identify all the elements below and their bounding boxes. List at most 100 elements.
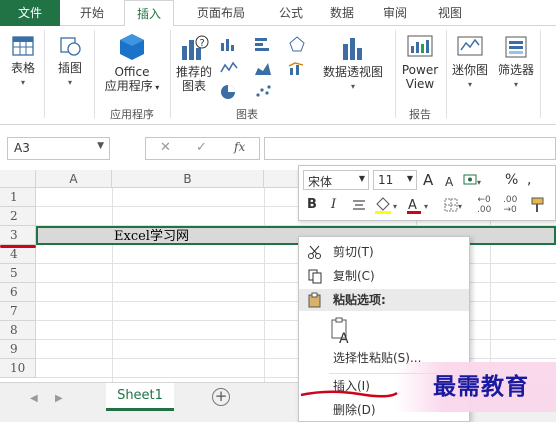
formula-input[interactable] (264, 137, 556, 160)
office-apps-button[interactable]: Office 应用程序 ▾ (98, 32, 166, 95)
group-divider (44, 30, 45, 118)
tab-page-layout[interactable]: 页面布局 (180, 0, 262, 26)
insert-function-icon[interactable]: fx (234, 140, 245, 154)
pivot-chart-label: 数据透视图 (322, 65, 383, 79)
align-center-icon[interactable] (351, 198, 367, 214)
recommended-charts-button[interactable]: ? 推荐的 图表 (172, 34, 216, 93)
area-chart-icon[interactable] (254, 60, 272, 76)
column-chart-icon[interactable] (220, 36, 238, 52)
illustrations-button[interactable]: 插图 ▾ (50, 34, 90, 90)
enter-icon[interactable]: ✓ (196, 140, 207, 155)
bar-chart-icon[interactable] (254, 36, 272, 52)
row-header[interactable]: 1 (0, 188, 36, 207)
office-store-icon (120, 34, 144, 60)
row-header[interactable]: 10 (0, 359, 36, 378)
svg-text:?: ? (200, 38, 205, 49)
radar-chart-icon[interactable] (288, 36, 306, 52)
select-all-corner[interactable] (0, 170, 36, 188)
column-header-b[interactable]: B (112, 170, 264, 188)
cell-b3[interactable]: Excel学习网 (112, 228, 189, 245)
group-divider (170, 30, 171, 118)
tab-view[interactable]: 视图 (420, 0, 480, 26)
office-apps-label-1: Office (114, 65, 150, 79)
combo-chart-icon[interactable] (288, 60, 306, 76)
mini-toolbar: 宋体 ▼ 11 ▼ A A ▾ % , B I ▾ A ▾ ▾ ←0.00 .0… (298, 165, 556, 221)
menu-item-copy[interactable]: 复制(C) (299, 265, 469, 287)
comma-style-icon[interactable]: , (527, 170, 531, 190)
name-box-value: A3 (14, 141, 30, 155)
svg-text:A: A (339, 331, 349, 345)
fill-color-icon[interactable]: ▾ (373, 196, 401, 216)
italic-button[interactable]: I (331, 195, 336, 215)
table-button[interactable]: 表格 ▾ (6, 34, 40, 90)
percent-button[interactable]: % (505, 170, 518, 190)
shapes-icon (60, 37, 81, 56)
row-header[interactable]: 2 (0, 207, 36, 226)
chevron-down-icon: ▾ (20, 78, 25, 87)
sparklines-button[interactable]: 迷你图 ▾ (448, 34, 492, 92)
group-divider (395, 30, 396, 118)
ribbon-tab-bar: 文件 开始 插入 页面布局 公式 数据 审阅 视图 (0, 0, 556, 27)
recommended-charts-label-2: 图表 (181, 79, 206, 93)
menu-header-paste-options: 粘贴选项: (299, 289, 469, 311)
svg-text:A: A (408, 198, 417, 213)
tab-formulas[interactable]: 公式 (266, 0, 316, 26)
formula-bar: A3 ▼ ✕ ✓ fx (0, 125, 556, 170)
group-divider (540, 30, 541, 118)
gridline (112, 188, 113, 382)
table-icon (12, 36, 34, 56)
group-label-reports: 报告 (409, 108, 431, 121)
font-name-dropdown[interactable]: 宋体 ▼ (303, 170, 369, 190)
row-header[interactable]: 5 (0, 264, 36, 283)
annotation-underline (0, 245, 36, 248)
scroll-right-icon[interactable]: ▶ (55, 393, 63, 404)
sparkline-icon (457, 36, 483, 56)
name-box[interactable]: A3 ▼ (7, 137, 110, 160)
tab-file[interactable]: 文件 (0, 0, 60, 26)
tab-home[interactable]: 开始 (66, 0, 118, 26)
menu-item-cut[interactable]: 剪切(T) (299, 241, 469, 263)
recommended-charts-label-1: 推荐的 (175, 65, 212, 79)
tab-review[interactable]: 审阅 (370, 0, 420, 26)
add-sheet-icon[interactable]: + (212, 388, 230, 406)
gridline (36, 263, 556, 264)
font-name-value: 宋体 (308, 175, 333, 189)
line-chart-icon[interactable] (220, 60, 238, 76)
row-header[interactable]: 8 (0, 321, 36, 340)
power-view-label-1: Power (401, 63, 439, 77)
chevron-down-icon: ▾ (467, 80, 472, 89)
sheet-tab-sheet1[interactable]: Sheet1 (106, 383, 174, 411)
row-header[interactable]: 6 (0, 283, 36, 302)
bold-button[interactable]: B (307, 195, 317, 215)
group-divider (446, 30, 447, 118)
font-size-dropdown[interactable]: 11 ▼ (373, 170, 417, 190)
scatter-chart-icon[interactable] (254, 84, 272, 100)
menu-label: 剪切(T) (333, 245, 374, 259)
accounting-format-icon[interactable]: ▾ (463, 173, 483, 187)
pivot-chart-button[interactable]: 数据透视图 ▾ (318, 34, 388, 94)
chevron-down-icon: ▾ (513, 80, 518, 89)
format-painter-icon[interactable] (529, 196, 547, 214)
filters-button[interactable]: 筛选器 ▾ (494, 34, 538, 92)
paste-option-button[interactable]: A (329, 317, 355, 347)
pie-chart-icon[interactable] (220, 84, 238, 100)
font-color-icon[interactable]: A ▾ (405, 196, 433, 216)
row-header[interactable]: 9 (0, 340, 36, 359)
row-header[interactable]: 3 (0, 226, 36, 245)
decrease-decimal-icon[interactable]: .00 →0 (503, 195, 517, 215)
menu-label: 粘贴选项: (333, 293, 386, 307)
menu-label: 复制(C) (333, 269, 375, 283)
tab-data[interactable]: 数据 (316, 0, 368, 26)
column-header-a[interactable]: A (36, 170, 112, 188)
shrink-font-button[interactable]: A (445, 172, 453, 192)
scroll-left-icon[interactable]: ◀ (30, 393, 38, 404)
increase-decimal-icon[interactable]: ←0.00 (477, 195, 491, 215)
tab-insert[interactable]: 插入 (124, 0, 174, 27)
cancel-icon[interactable]: ✕ (160, 140, 171, 155)
grow-font-button[interactable]: A (423, 170, 433, 190)
row-header[interactable]: 7 (0, 302, 36, 321)
power-view-button[interactable]: Power View (398, 34, 442, 91)
slicer-icon (505, 36, 527, 58)
chevron-down-icon[interactable]: ▼ (97, 141, 104, 151)
borders-icon[interactable]: ▾ (443, 197, 465, 215)
